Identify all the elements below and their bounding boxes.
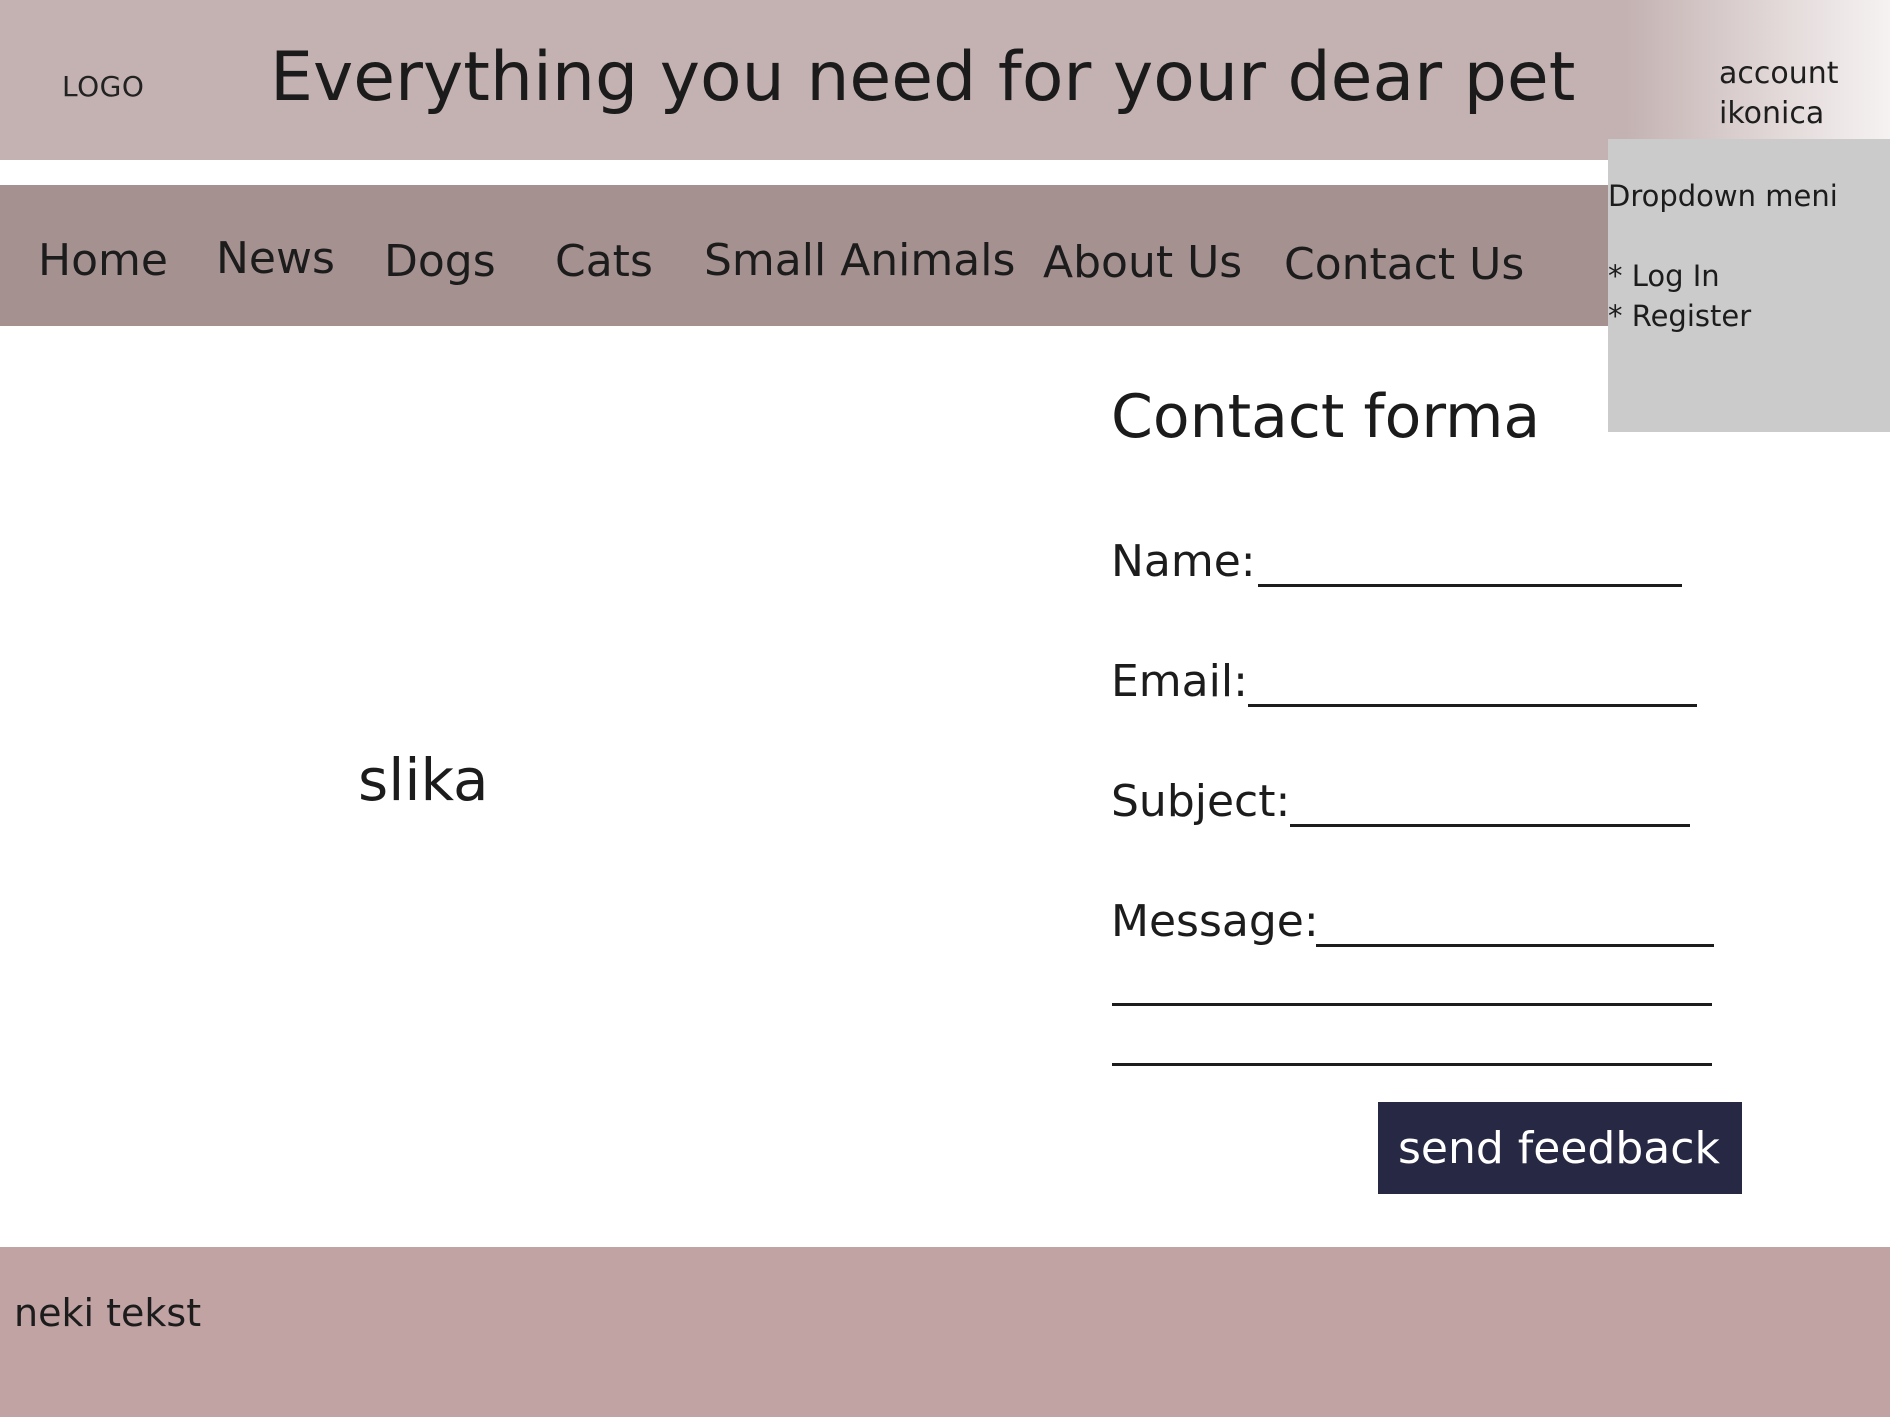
page: LOGO Everything you need for your dear p… (0, 0, 1890, 1417)
footer-text: neki tekst (14, 1291, 202, 1335)
contact-form-title: Contact forma (1111, 382, 1541, 452)
account-label: account (1719, 56, 1839, 91)
nav-item-small-animals[interactable]: Small Animals (704, 235, 1015, 286)
nav-item-about-us[interactable]: About Us (1043, 237, 1242, 288)
account-sublabel: ikonica (1719, 96, 1825, 131)
nav-item-cats[interactable]: Cats (555, 236, 653, 287)
name-input[interactable] (1258, 540, 1682, 584)
header: LOGO Everything you need for your dear p… (0, 0, 1890, 160)
nav-item-dogs[interactable]: Dogs (384, 236, 496, 287)
dropdown-item-register[interactable]: * Register (1608, 299, 1751, 333)
image-label: slika (358, 746, 489, 814)
message-underline-2 (1112, 1003, 1712, 1006)
nav-item-contact-us[interactable]: Contact Us (1284, 239, 1524, 290)
account-icon[interactable]: account ikonica (1719, 54, 1879, 134)
send-feedback-button[interactable]: send feedback (1378, 1102, 1742, 1194)
account-dropdown-menu: Dropdown meni * Log In * Register (1608, 139, 1890, 432)
name-label: Name: (1111, 536, 1256, 587)
dropdown-item-log-in[interactable]: * Log In (1608, 259, 1720, 293)
footer: neki tekst (0, 1247, 1890, 1417)
nav-item-home[interactable]: Home (38, 235, 168, 286)
nav-item-news[interactable]: News (216, 233, 335, 284)
email-input[interactable] (1248, 660, 1697, 704)
site-title: Everything you need for your dear pet (270, 38, 1576, 117)
dropdown-title: Dropdown meni (1608, 179, 1838, 213)
message-label: Message: (1111, 896, 1319, 947)
message-underline-3 (1112, 1063, 1712, 1066)
message-input[interactable] (1316, 900, 1714, 944)
name-underline (1258, 584, 1682, 587)
main-nav: Home News Dogs Cats Small Animals About … (0, 185, 1608, 326)
email-label: Email: (1111, 656, 1248, 707)
subject-label: Subject: (1111, 776, 1291, 827)
subject-input[interactable] (1290, 780, 1690, 824)
message-underline-1 (1316, 944, 1714, 947)
email-underline (1248, 704, 1697, 707)
subject-underline (1290, 824, 1690, 827)
image-placeholder: slika (0, 326, 1080, 1246)
logo[interactable]: LOGO (62, 70, 144, 103)
